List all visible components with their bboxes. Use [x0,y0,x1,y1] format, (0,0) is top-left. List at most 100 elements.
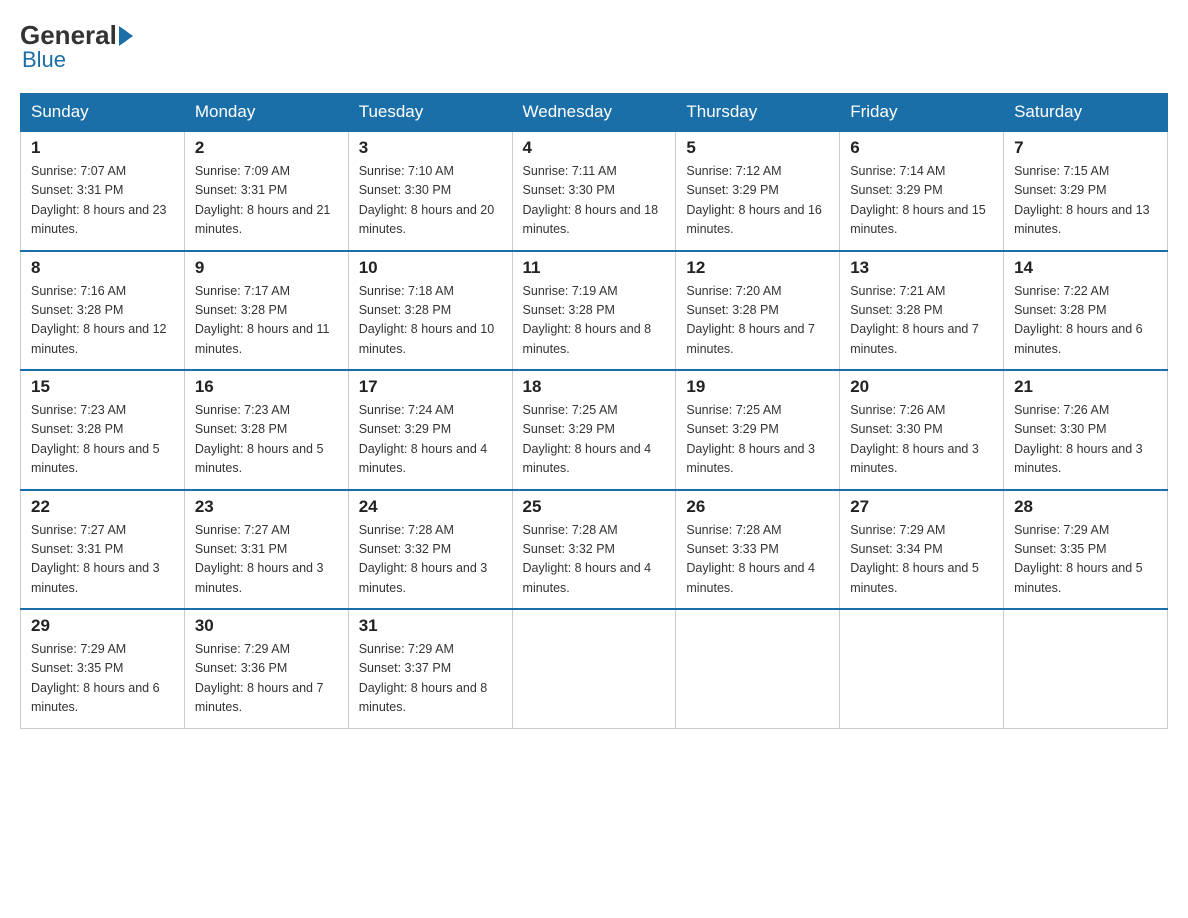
day-number: 8 [31,258,174,278]
day-number: 9 [195,258,338,278]
table-row: 18 Sunrise: 7:25 AMSunset: 3:29 PMDaylig… [512,370,676,490]
table-row [676,609,840,728]
table-row: 14 Sunrise: 7:22 AMSunset: 3:28 PMDaylig… [1004,251,1168,371]
day-info: Sunrise: 7:24 AMSunset: 3:29 PMDaylight:… [359,403,488,475]
day-info: Sunrise: 7:28 AMSunset: 3:32 PMDaylight:… [359,523,488,595]
day-number: 14 [1014,258,1157,278]
day-number: 23 [195,497,338,517]
table-row: 17 Sunrise: 7:24 AMSunset: 3:29 PMDaylig… [348,370,512,490]
logo-arrow-icon [119,26,133,46]
table-row: 25 Sunrise: 7:28 AMSunset: 3:32 PMDaylig… [512,490,676,610]
table-row: 10 Sunrise: 7:18 AMSunset: 3:28 PMDaylig… [348,251,512,371]
table-row [512,609,676,728]
table-row: 4 Sunrise: 7:11 AMSunset: 3:30 PMDayligh… [512,131,676,251]
table-row: 23 Sunrise: 7:27 AMSunset: 3:31 PMDaylig… [184,490,348,610]
table-row: 9 Sunrise: 7:17 AMSunset: 3:28 PMDayligh… [184,251,348,371]
day-info: Sunrise: 7:14 AMSunset: 3:29 PMDaylight:… [850,164,986,236]
day-info: Sunrise: 7:22 AMSunset: 3:28 PMDaylight:… [1014,284,1143,356]
day-info: Sunrise: 7:21 AMSunset: 3:28 PMDaylight:… [850,284,979,356]
day-info: Sunrise: 7:29 AMSunset: 3:37 PMDaylight:… [359,642,488,714]
day-info: Sunrise: 7:27 AMSunset: 3:31 PMDaylight:… [31,523,160,595]
day-info: Sunrise: 7:19 AMSunset: 3:28 PMDaylight:… [523,284,652,356]
day-info: Sunrise: 7:23 AMSunset: 3:28 PMDaylight:… [31,403,160,475]
day-info: Sunrise: 7:28 AMSunset: 3:33 PMDaylight:… [686,523,815,595]
day-info: Sunrise: 7:11 AMSunset: 3:30 PMDaylight:… [523,164,659,236]
day-number: 22 [31,497,174,517]
day-number: 25 [523,497,666,517]
table-row: 16 Sunrise: 7:23 AMSunset: 3:28 PMDaylig… [184,370,348,490]
day-number: 27 [850,497,993,517]
day-number: 21 [1014,377,1157,397]
day-info: Sunrise: 7:27 AMSunset: 3:31 PMDaylight:… [195,523,324,595]
day-info: Sunrise: 7:26 AMSunset: 3:30 PMDaylight:… [850,403,979,475]
table-row: 8 Sunrise: 7:16 AMSunset: 3:28 PMDayligh… [21,251,185,371]
day-number: 11 [523,258,666,278]
day-number: 3 [359,138,502,158]
table-row: 24 Sunrise: 7:28 AMSunset: 3:32 PMDaylig… [348,490,512,610]
day-info: Sunrise: 7:25 AMSunset: 3:29 PMDaylight:… [686,403,815,475]
header-thursday: Thursday [676,94,840,132]
logo-blue-text: Blue [22,47,66,73]
day-info: Sunrise: 7:29 AMSunset: 3:35 PMDaylight:… [31,642,160,714]
day-number: 26 [686,497,829,517]
header-sunday: Sunday [21,94,185,132]
table-row [1004,609,1168,728]
day-info: Sunrise: 7:29 AMSunset: 3:35 PMDaylight:… [1014,523,1143,595]
day-number: 28 [1014,497,1157,517]
table-row: 20 Sunrise: 7:26 AMSunset: 3:30 PMDaylig… [840,370,1004,490]
header-saturday: Saturday [1004,94,1168,132]
day-info: Sunrise: 7:07 AMSunset: 3:31 PMDaylight:… [31,164,167,236]
day-info: Sunrise: 7:09 AMSunset: 3:31 PMDaylight:… [195,164,331,236]
day-info: Sunrise: 7:18 AMSunset: 3:28 PMDaylight:… [359,284,495,356]
calendar-table: Sunday Monday Tuesday Wednesday Thursday… [20,93,1168,729]
table-row [840,609,1004,728]
day-info: Sunrise: 7:17 AMSunset: 3:28 PMDaylight:… [195,284,330,356]
table-row: 19 Sunrise: 7:25 AMSunset: 3:29 PMDaylig… [676,370,840,490]
table-row: 1 Sunrise: 7:07 AMSunset: 3:31 PMDayligh… [21,131,185,251]
table-row: 5 Sunrise: 7:12 AMSunset: 3:29 PMDayligh… [676,131,840,251]
table-row: 21 Sunrise: 7:26 AMSunset: 3:30 PMDaylig… [1004,370,1168,490]
table-row: 2 Sunrise: 7:09 AMSunset: 3:31 PMDayligh… [184,131,348,251]
day-info: Sunrise: 7:20 AMSunset: 3:28 PMDaylight:… [686,284,815,356]
table-row: 7 Sunrise: 7:15 AMSunset: 3:29 PMDayligh… [1004,131,1168,251]
day-info: Sunrise: 7:15 AMSunset: 3:29 PMDaylight:… [1014,164,1150,236]
day-number: 12 [686,258,829,278]
calendar-row-1: 1 Sunrise: 7:07 AMSunset: 3:31 PMDayligh… [21,131,1168,251]
calendar-row-5: 29 Sunrise: 7:29 AMSunset: 3:35 PMDaylig… [21,609,1168,728]
calendar-row-2: 8 Sunrise: 7:16 AMSunset: 3:28 PMDayligh… [21,251,1168,371]
day-number: 5 [686,138,829,158]
day-info: Sunrise: 7:10 AMSunset: 3:30 PMDaylight:… [359,164,495,236]
calendar-row-4: 22 Sunrise: 7:27 AMSunset: 3:31 PMDaylig… [21,490,1168,610]
table-row: 11 Sunrise: 7:19 AMSunset: 3:28 PMDaylig… [512,251,676,371]
table-row: 22 Sunrise: 7:27 AMSunset: 3:31 PMDaylig… [21,490,185,610]
day-number: 7 [1014,138,1157,158]
day-info: Sunrise: 7:23 AMSunset: 3:28 PMDaylight:… [195,403,324,475]
table-row: 3 Sunrise: 7:10 AMSunset: 3:30 PMDayligh… [348,131,512,251]
calendar-row-3: 15 Sunrise: 7:23 AMSunset: 3:28 PMDaylig… [21,370,1168,490]
day-number: 1 [31,138,174,158]
page-header: General Blue [20,20,1168,73]
day-number: 19 [686,377,829,397]
day-info: Sunrise: 7:29 AMSunset: 3:34 PMDaylight:… [850,523,979,595]
day-number: 15 [31,377,174,397]
day-info: Sunrise: 7:12 AMSunset: 3:29 PMDaylight:… [686,164,822,236]
header-wednesday: Wednesday [512,94,676,132]
day-number: 20 [850,377,993,397]
table-row: 28 Sunrise: 7:29 AMSunset: 3:35 PMDaylig… [1004,490,1168,610]
table-row: 13 Sunrise: 7:21 AMSunset: 3:28 PMDaylig… [840,251,1004,371]
day-number: 6 [850,138,993,158]
day-number: 31 [359,616,502,636]
day-number: 4 [523,138,666,158]
day-info: Sunrise: 7:16 AMSunset: 3:28 PMDaylight:… [31,284,167,356]
logo: General Blue [20,20,135,73]
table-row: 30 Sunrise: 7:29 AMSunset: 3:36 PMDaylig… [184,609,348,728]
day-number: 13 [850,258,993,278]
day-info: Sunrise: 7:28 AMSunset: 3:32 PMDaylight:… [523,523,652,595]
table-row: 29 Sunrise: 7:29 AMSunset: 3:35 PMDaylig… [21,609,185,728]
header-tuesday: Tuesday [348,94,512,132]
table-row: 15 Sunrise: 7:23 AMSunset: 3:28 PMDaylig… [21,370,185,490]
weekday-header-row: Sunday Monday Tuesday Wednesday Thursday… [21,94,1168,132]
day-number: 16 [195,377,338,397]
table-row: 26 Sunrise: 7:28 AMSunset: 3:33 PMDaylig… [676,490,840,610]
day-info: Sunrise: 7:26 AMSunset: 3:30 PMDaylight:… [1014,403,1143,475]
